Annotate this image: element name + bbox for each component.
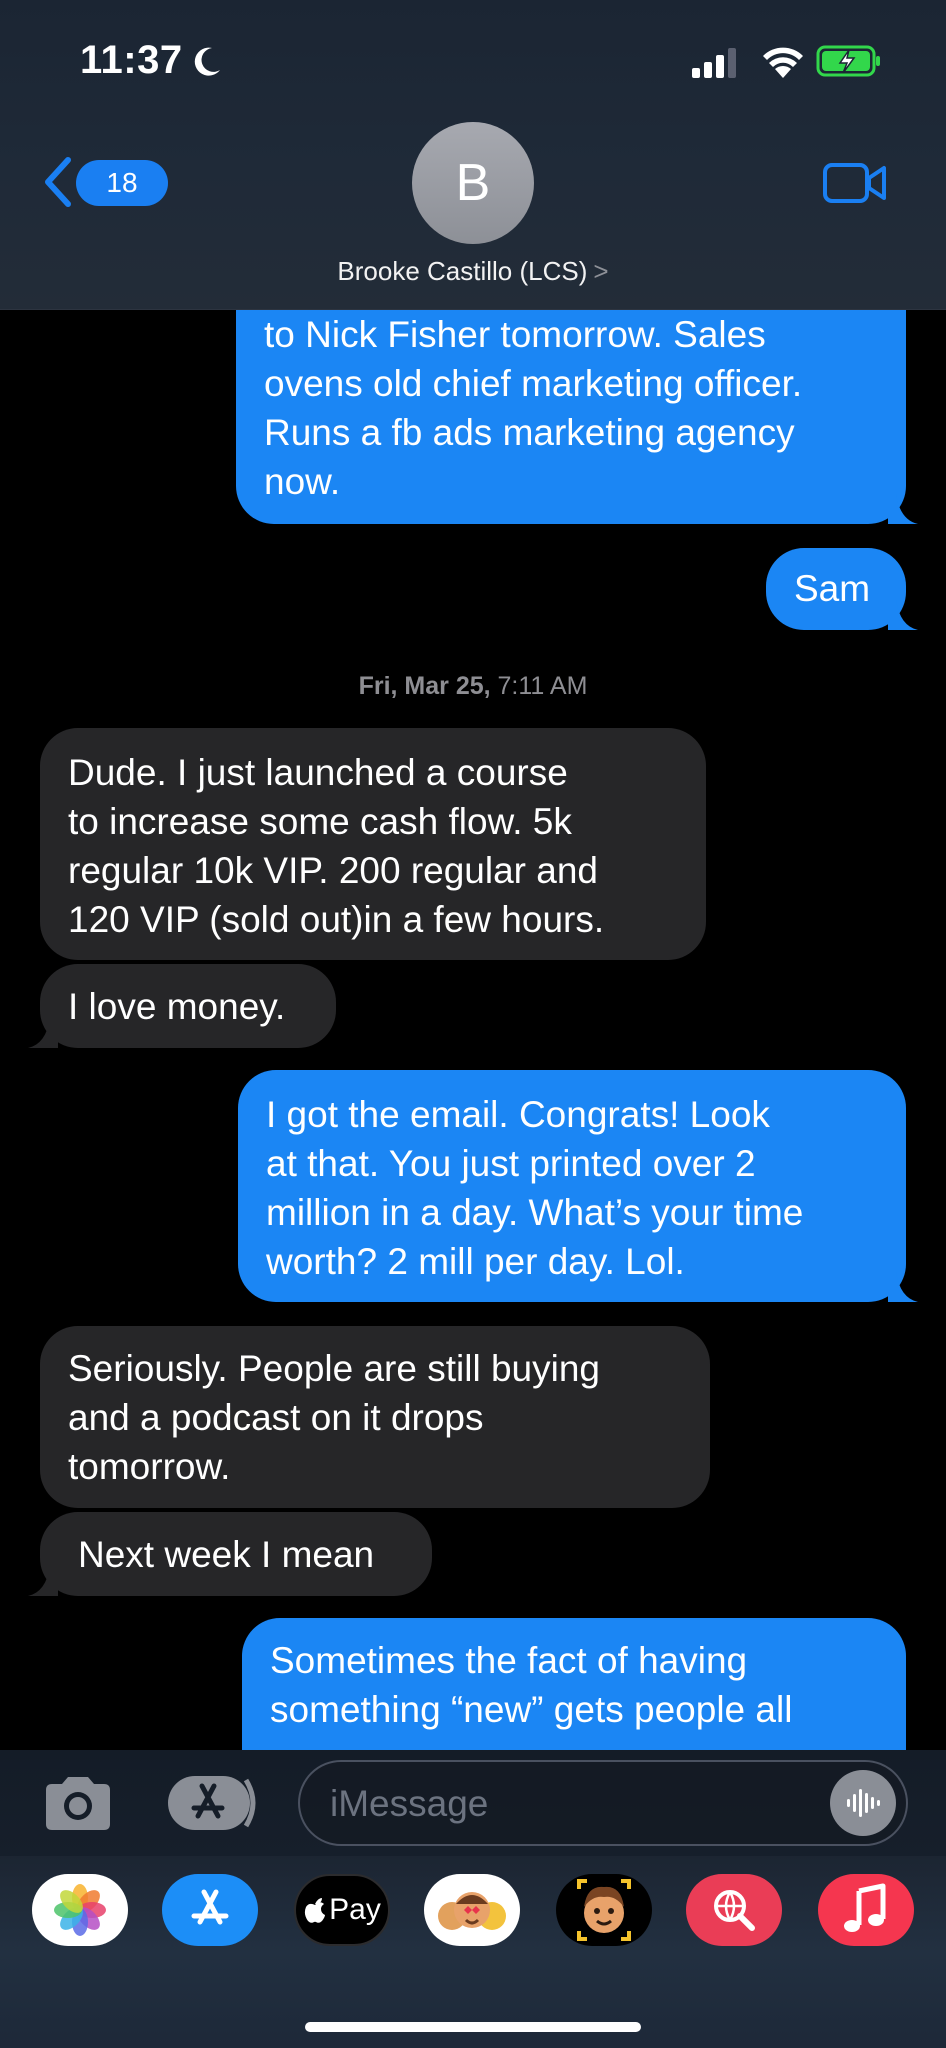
message-timestamp: Fri, Mar 25, 7:11 AM — [0, 672, 946, 701]
bubble-tail — [28, 1566, 58, 1596]
contact-name[interactable]: Brooke Castillo (LCS) > — [0, 256, 946, 287]
facetime-video-icon[interactable] — [822, 160, 888, 206]
message-text: Seriously. People are still buying and a… — [68, 1348, 600, 1487]
incoming-message[interactable]: I love money. — [28, 964, 336, 1048]
back-button[interactable]: 18 — [36, 150, 168, 214]
contact-name-label: Brooke Castillo (LCS) — [337, 256, 588, 286]
bubble-tail — [888, 1272, 918, 1302]
voice-message-button[interactable] — [830, 1770, 896, 1836]
message-text: Sometimes the fact of having something “… — [270, 1640, 793, 1730]
home-indicator[interactable] — [305, 2022, 641, 2032]
incoming-message[interactable]: Seriously. People are still buying and a… — [40, 1326, 710, 1508]
contact-avatar[interactable]: B — [412, 122, 534, 244]
message-text: to Nick Fisher tomorrow. Sales ovens old… — [264, 314, 803, 502]
message-text: Next week I mean — [78, 1534, 375, 1575]
photos-icon — [54, 1884, 106, 1936]
memoji-stickers-button[interactable] — [424, 1874, 520, 1946]
web-images-icon — [714, 1890, 755, 1931]
music-button[interactable] — [818, 1874, 914, 1946]
timestamp-time: 7:11 AM — [497, 672, 588, 700]
apple-logo-icon — [305, 1898, 326, 1923]
app-store-icon — [191, 1889, 229, 1925]
chevron-left-icon — [45, 157, 71, 207]
app-drawer: Pay — [0, 1856, 946, 2048]
compose-bar — [0, 1750, 946, 1856]
conversation-header: 11:37 18 B Brooke Castillo (LCS) > — [0, 0, 946, 310]
status-time: 11:37 — [80, 38, 183, 82]
battery-charging-icon — [816, 45, 880, 77]
camera-icon[interactable] — [40, 1774, 116, 1834]
apple-pay-button[interactable]: Pay — [294, 1874, 390, 1946]
message-text: Sam — [794, 568, 871, 609]
apple-pay-label: Pay — [329, 1893, 381, 1926]
memoji-stickers-icon — [438, 1892, 506, 1930]
unread-count-badge: 18 — [76, 160, 168, 206]
message-text: I love money. — [68, 986, 286, 1027]
memoji-icon — [577, 1879, 631, 1941]
photos-app-button[interactable] — [32, 1874, 128, 1946]
timestamp-day: Fri, Mar 25, — [358, 672, 491, 700]
imessage-input[interactable] — [330, 1780, 810, 1828]
waveform-icon — [847, 1789, 880, 1817]
bubble-tail — [888, 494, 918, 524]
music-icon — [844, 1883, 886, 1932]
app-store-apps-icon[interactable] — [166, 1772, 262, 1834]
wifi-icon — [763, 47, 803, 78]
memoji-button[interactable] — [556, 1874, 652, 1946]
bubble-tail — [888, 600, 918, 630]
moon-icon — [194, 47, 220, 76]
chevron-right-icon: > — [593, 256, 609, 286]
message-text: I got the email. Congrats! Look at that.… — [266, 1094, 804, 1282]
incoming-message[interactable]: Dude. I just launched a course to increa… — [40, 728, 706, 960]
message-text: Dude. I just launched a course to increa… — [68, 752, 605, 940]
outgoing-message[interactable]: I got the email. Congrats! Look at that.… — [238, 1070, 918, 1302]
imessage-field[interactable] — [298, 1760, 908, 1846]
bubble-tail — [28, 1018, 58, 1048]
web-images-button[interactable] — [686, 1874, 782, 1946]
app-store-button[interactable] — [162, 1874, 258, 1946]
cellular-signal-icon — [692, 48, 736, 78]
outgoing-message[interactable]: Sam — [766, 548, 918, 630]
incoming-message[interactable]: Next week I mean — [28, 1512, 432, 1596]
